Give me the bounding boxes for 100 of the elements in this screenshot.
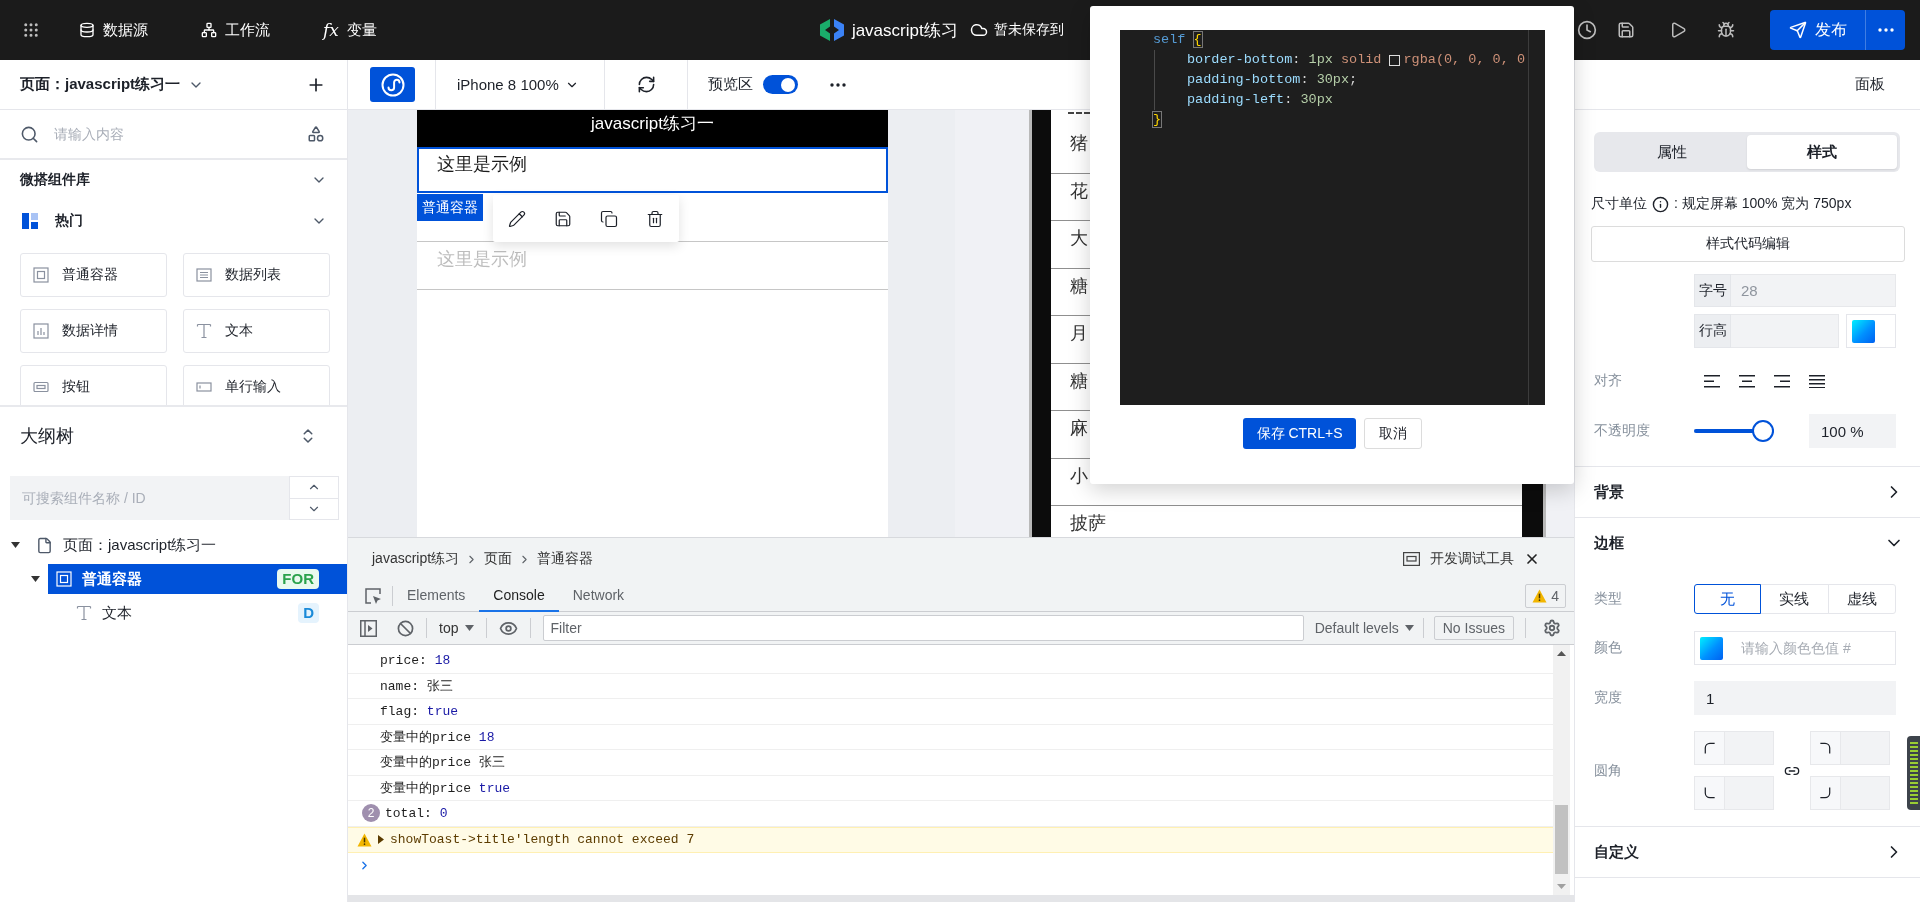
align-justify-icon[interactable]: [1809, 374, 1825, 388]
slider-thumb[interactable]: [1752, 420, 1774, 442]
info-icon[interactable]: [1652, 195, 1669, 213]
breadcrumb-item[interactable]: 页面: [484, 550, 513, 568]
save-code-button[interactable]: 保存 CTRL+S: [1242, 418, 1357, 449]
color-swatch-icon: [1852, 319, 1875, 343]
save-icon[interactable]: [1617, 21, 1635, 39]
color-input[interactable]: 请输入颜色色值 #: [1694, 631, 1896, 665]
border-type-option[interactable]: 虚线: [1827, 584, 1896, 614]
database-icon: [79, 22, 95, 38]
refresh-icon[interactable]: [636, 75, 656, 94]
corner-radius-input[interactable]: [1841, 776, 1890, 810]
dot-grid-icon[interactable]: [22, 21, 40, 39]
tree-item[interactable]: 普通容器 FOR: [48, 564, 347, 594]
inspect-icon[interactable]: [364, 586, 382, 605]
component-card[interactable]: 按钮: [20, 365, 167, 405]
align-left-icon[interactable]: [1704, 374, 1720, 388]
play-icon[interactable]: [1669, 21, 1687, 39]
line-height-input[interactable]: [1731, 314, 1839, 348]
page-selector[interactable]: 页面：javascript练习一: [20, 75, 205, 94]
console-message: name: 张三: [380, 677, 453, 695]
console-message: 变量中的price true: [380, 779, 511, 797]
breadcrumb-item[interactable]: javascript练习: [372, 550, 460, 568]
cancel-button[interactable]: 取消: [1364, 418, 1423, 449]
search-input[interactable]: 请输入内容: [54, 126, 292, 142]
publish-more-button[interactable]: [1865, 10, 1905, 50]
font-size-input[interactable]: 28: [1731, 274, 1896, 307]
preview-text: 这里是示例: [437, 249, 527, 269]
menu-item[interactable]: 数据源: [79, 20, 148, 40]
corner-radius-input[interactable]: [1725, 731, 1774, 765]
device-selector[interactable]: iPhone 8 100%: [457, 76, 579, 93]
tree-item[interactable]: 文本 D: [68, 598, 347, 628]
context-select[interactable]: top: [439, 620, 475, 636]
trash-icon[interactable]: [646, 209, 664, 228]
border-width-input[interactable]: 1: [1694, 681, 1896, 715]
panel-tab[interactable]: 样式: [1747, 135, 1897, 169]
component-card[interactable]: 普通容器: [20, 253, 167, 297]
breadcrumb-item[interactable]: 普通容器: [537, 550, 594, 568]
section-header[interactable]: 自定义: [1591, 827, 1904, 877]
corner-radius-input[interactable]: [1725, 776, 1774, 810]
corner-radius-input[interactable]: [1841, 731, 1890, 765]
levels-dropdown[interactable]: Default levels: [1314, 620, 1414, 636]
list-item-text: 月: [1070, 323, 1088, 343]
component-card[interactable]: 文本: [183, 309, 330, 353]
group-header[interactable]: 热门: [0, 200, 347, 242]
library-header[interactable]: 微搭组件库: [0, 160, 347, 200]
component-search-input[interactable]: 可搜索组件名称 / ID: [10, 476, 290, 520]
ellipsis-icon[interactable]: [829, 82, 846, 87]
outline-title: 大纲树: [20, 425, 74, 448]
devtools-tab[interactable]: Console: [479, 579, 559, 612]
component-card[interactable]: 单行输入: [183, 365, 330, 405]
filter-input[interactable]: Filter: [543, 615, 1304, 641]
component-card[interactable]: 数据详情: [20, 309, 167, 353]
devtools-tab[interactable]: Network: [558, 579, 639, 612]
ban-icon[interactable]: [397, 619, 414, 637]
shapes-icon[interactable]: [307, 125, 325, 143]
caret-down-icon[interactable]: [30, 576, 40, 582]
section-header[interactable]: 背景: [1591, 467, 1904, 517]
warning-count-button[interactable]: 4: [1525, 583, 1566, 608]
panel-tab[interactable]: 属性: [1597, 135, 1747, 169]
preview-toggle[interactable]: [762, 75, 798, 94]
devtools-tab[interactable]: Elements: [393, 579, 480, 612]
scrollbar[interactable]: [1553, 645, 1570, 895]
corner-icon: [1810, 776, 1841, 810]
code-text: }: [1153, 111, 1162, 129]
tree-item[interactable]: 页面：javascript练习一: [28, 530, 347, 560]
close-icon[interactable]: [1524, 551, 1540, 567]
border-type-option[interactable]: 无: [1694, 584, 1762, 614]
menu-item[interactable]: fx 变量: [323, 20, 377, 40]
issues-button[interactable]: No Issues: [1433, 616, 1514, 640]
caret-down-icon[interactable]: [10, 542, 20, 548]
caret-down-icon: [1404, 625, 1414, 631]
file-icon: [36, 536, 53, 554]
bug-icon[interactable]: [1717, 21, 1735, 39]
caret-right-icon[interactable]: [378, 835, 384, 844]
align-center-icon[interactable]: [1739, 374, 1755, 388]
publish-button[interactable]: 发布: [1770, 10, 1865, 50]
clock-icon[interactable]: [1577, 20, 1597, 40]
component-card[interactable]: 数据列表: [183, 253, 330, 297]
section-header[interactable]: 边框: [1591, 518, 1904, 568]
field-label: 圆角: [1593, 761, 1623, 780]
border-type-option[interactable]: 实线: [1760, 584, 1829, 614]
sidebar-toggle-icon[interactable]: [360, 619, 377, 637]
pencil-icon[interactable]: [508, 209, 526, 228]
mini-program-button[interactable]: [370, 67, 415, 102]
settings-icon[interactable]: [1543, 619, 1561, 637]
menu-item[interactable]: 工作流: [201, 20, 270, 40]
dock-icon[interactable]: [1403, 552, 1420, 566]
scrollbar-thumb[interactable]: [1555, 805, 1568, 874]
scroll-up-arrow-icon[interactable]: [1557, 651, 1566, 656]
unit-value: : 规定屏幕 100% 宽为 750px: [1674, 195, 1852, 213]
field-label: 行高: [1694, 314, 1731, 348]
align-right-icon[interactable]: [1774, 374, 1790, 388]
color-picker-button[interactable]: [1846, 314, 1896, 348]
opacity-input[interactable]: 100 %: [1809, 414, 1896, 448]
warning-icon: [357, 832, 372, 847]
style-code-button[interactable]: 样式代码编辑: [1591, 226, 1905, 262]
save-icon[interactable]: [554, 209, 572, 228]
copy-icon[interactable]: [600, 209, 618, 228]
list-item-text: 糖: [1070, 275, 1088, 296]
